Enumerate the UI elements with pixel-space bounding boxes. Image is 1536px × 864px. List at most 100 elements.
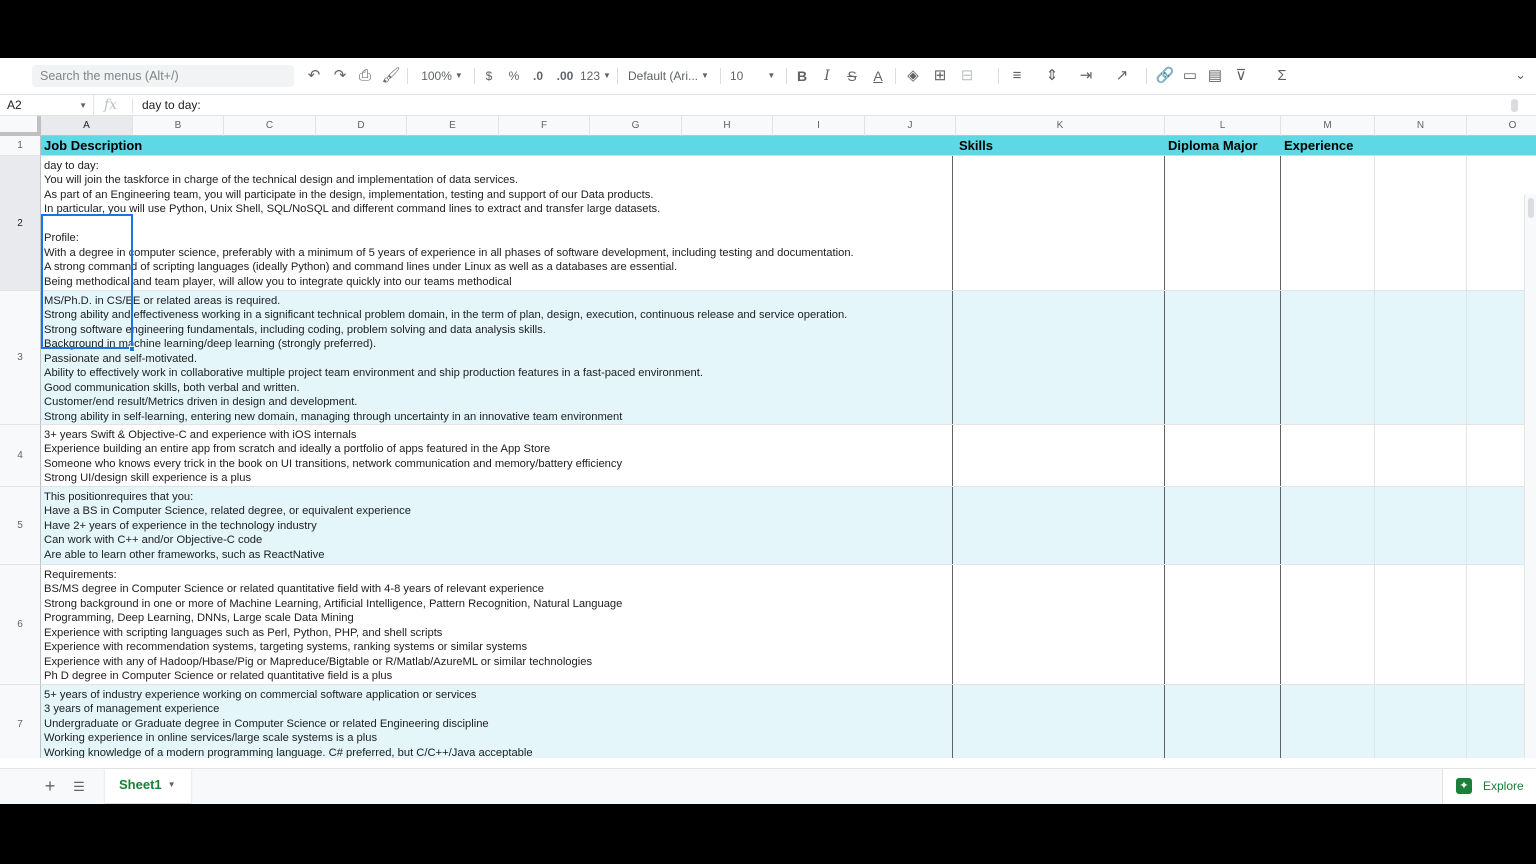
cell[interactable]: [956, 487, 1165, 564]
column-header-a[interactable]: A: [41, 116, 133, 136]
borders-icon[interactable]: ⊞: [930, 66, 950, 86]
row-header-7[interactable]: 7: [0, 685, 41, 758]
cell[interactable]: Requirements: BS/MS degree in Computer Sc…: [41, 565, 953, 684]
cell[interactable]: [956, 685, 1165, 758]
formula-bar-resize-handle[interactable]: [1511, 99, 1518, 112]
cell[interactable]: 3+ years Swift & Objective-C and experie…: [41, 425, 953, 486]
increase-decimal-button[interactable]: .00: [554, 66, 576, 86]
font-family-select[interactable]: Default (Ari... ▼: [628, 66, 714, 86]
all-sheets-button[interactable]: ☰: [69, 777, 89, 797]
cell[interactable]: [1165, 425, 1281, 486]
fill-handle[interactable]: [129, 346, 135, 352]
column-header-f[interactable]: F: [499, 116, 590, 136]
currency-format-button[interactable]: $: [481, 66, 497, 86]
italic-icon[interactable]: I: [817, 66, 837, 86]
cell[interactable]: [1375, 291, 1467, 424]
cell[interactable]: [1375, 565, 1467, 684]
row-header-6[interactable]: 6: [0, 565, 41, 685]
insert-chart-icon[interactable]: ▤: [1205, 66, 1225, 86]
column-header-h[interactable]: H: [682, 116, 773, 136]
cell[interactable]: [1375, 156, 1467, 290]
cell[interactable]: [1281, 685, 1375, 758]
row-header-5[interactable]: 5: [0, 487, 41, 565]
sheet-tab[interactable]: Sheet1 ▼: [105, 769, 191, 803]
zoom-select[interactable]: 100% ▼: [416, 66, 468, 86]
cell[interactable]: [1281, 487, 1375, 564]
column-header-b[interactable]: B: [133, 116, 224, 136]
text-color-icon[interactable]: A: [868, 66, 888, 86]
vertical-scrollbar[interactable]: [1524, 194, 1536, 758]
cell[interactable]: [1165, 685, 1281, 758]
insert-comment-icon[interactable]: ▭: [1180, 66, 1200, 86]
column-header-e[interactable]: E: [407, 116, 499, 136]
cell[interactable]: [956, 291, 1165, 424]
explore-button[interactable]: ✦ Explore: [1442, 769, 1536, 804]
row-header-3[interactable]: 3: [0, 291, 41, 425]
cell[interactable]: Experience: [1281, 136, 1375, 155]
column-header-d[interactable]: D: [316, 116, 407, 136]
cell[interactable]: Job Description: [41, 136, 953, 155]
cell[interactable]: [956, 565, 1165, 684]
column-header-g[interactable]: G: [590, 116, 682, 136]
column-header-i[interactable]: I: [773, 116, 865, 136]
search-menus-input[interactable]: Search the menus (Alt+/): [32, 65, 294, 87]
cell[interactable]: [1375, 425, 1467, 486]
redo-icon[interactable]: ↷: [330, 66, 350, 86]
cell[interactable]: [956, 425, 1165, 486]
bold-icon[interactable]: B: [792, 66, 812, 86]
formula-input[interactable]: day to day:: [142, 95, 201, 116]
cell[interactable]: day to day: You will join the taskforce i…: [41, 156, 953, 290]
cell[interactable]: This positionrequires that you: Have a BS…: [41, 487, 953, 564]
column-header-c[interactable]: C: [224, 116, 316, 136]
job-description-line: 5+ years of industry experience working …: [44, 689, 477, 701]
functions-icon[interactable]: Σ: [1272, 66, 1292, 86]
name-box[interactable]: A2 ▼: [0, 95, 94, 116]
vertical-align-icon[interactable]: ⇕: [1042, 66, 1062, 86]
merge-cells-icon[interactable]: ⊟: [957, 66, 977, 86]
add-sheet-button[interactable]: +: [40, 777, 60, 797]
cell[interactable]: [1281, 565, 1375, 684]
cell[interactable]: [1375, 685, 1467, 758]
insert-link-icon[interactable]: 🔗: [1155, 66, 1175, 86]
column-header-j[interactable]: J: [865, 116, 956, 136]
collapse-toolbar-icon[interactable]: ⌄: [1515, 67, 1526, 83]
column-header-k[interactable]: K: [956, 116, 1165, 136]
cell[interactable]: 5+ years of industry experience working …: [41, 685, 953, 758]
more-formats-button[interactable]: 123 ▼: [580, 66, 611, 86]
column-header-o[interactable]: O: [1467, 116, 1536, 136]
text-wrapping-icon[interactable]: ⇥: [1076, 66, 1096, 86]
vertical-scroll-thumb[interactable]: [1528, 198, 1534, 218]
cell[interactable]: [1375, 136, 1467, 155]
filter-icon[interactable]: ⊽: [1231, 66, 1251, 86]
cell[interactable]: [1467, 136, 1536, 155]
font-size-select[interactable]: 10 ▼: [730, 66, 780, 86]
cell[interactable]: [1375, 487, 1467, 564]
strikethrough-icon[interactable]: S: [842, 66, 862, 86]
undo-icon[interactable]: ↶: [304, 66, 324, 86]
column-header-m[interactable]: M: [1281, 116, 1375, 136]
paint-format-icon[interactable]: 🖌: [381, 66, 401, 86]
percent-format-button[interactable]: %: [506, 66, 522, 86]
cell[interactable]: [1165, 156, 1281, 290]
fill-color-icon[interactable]: ◈: [903, 66, 923, 86]
text-rotation-icon[interactable]: ↗: [1112, 66, 1132, 86]
cell[interactable]: [1165, 565, 1281, 684]
row-header-2[interactable]: 2: [0, 156, 41, 291]
cell[interactable]: [1281, 291, 1375, 424]
cell[interactable]: [956, 156, 1165, 290]
row-header-4[interactable]: 4: [0, 425, 41, 487]
cell[interactable]: [1281, 156, 1375, 290]
print-icon[interactable]: ⎙: [355, 66, 375, 86]
cell[interactable]: MS/Ph.D. in CS/EE or related areas is re…: [41, 291, 953, 424]
decrease-decimal-button[interactable]: .0: [529, 66, 547, 86]
cell[interactable]: [1165, 291, 1281, 424]
cell[interactable]: Diploma Major: [1165, 136, 1281, 155]
cell[interactable]: Skills: [956, 136, 1165, 155]
select-all-corner[interactable]: [0, 116, 41, 136]
row-header-1[interactable]: 1: [0, 136, 41, 156]
column-header-l[interactable]: L: [1165, 116, 1281, 136]
column-header-n[interactable]: N: [1375, 116, 1467, 136]
cell[interactable]: [1165, 487, 1281, 564]
horizontal-align-icon[interactable]: ≡: [1007, 66, 1027, 86]
cell[interactable]: [1281, 425, 1375, 486]
